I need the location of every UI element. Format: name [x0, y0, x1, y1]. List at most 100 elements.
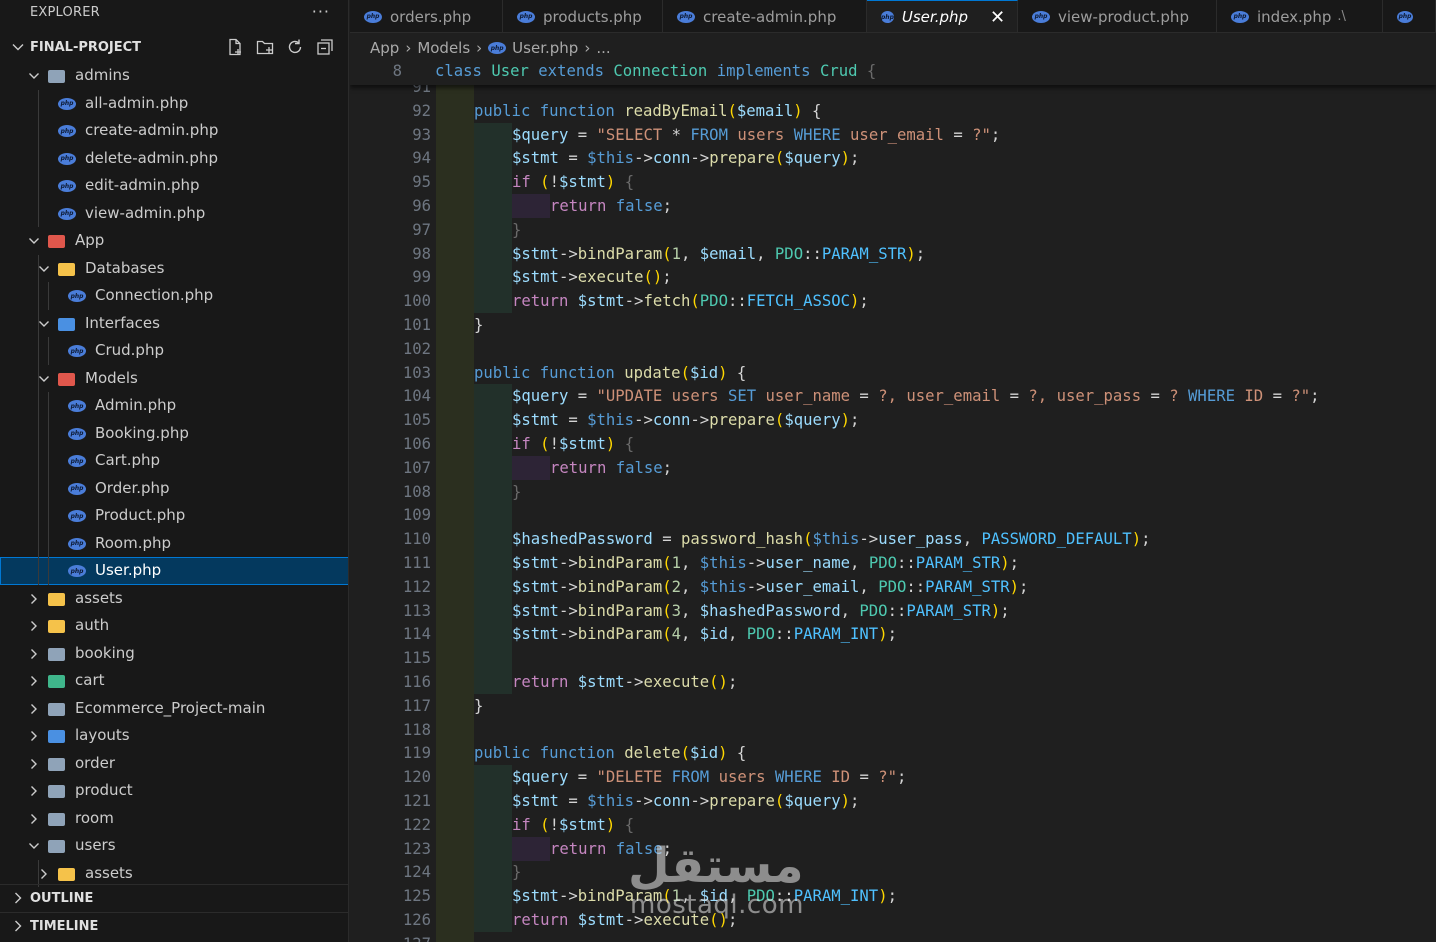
php-file-icon: php	[68, 563, 86, 579]
code-line[interactable]: 106 if (!$stmt) {	[350, 432, 1436, 456]
code-line[interactable]: 99 $stmt->execute();	[350, 265, 1436, 290]
code-line[interactable]: 113 $stmt->bindParam(3, $hashedPassword, …	[350, 598, 1436, 623]
tab-overflow[interactable]: php	[1383, 0, 1436, 32]
timeline-section-header[interactable]: TIMELINE	[0, 912, 348, 939]
code-line[interactable]: 105 $stmt = $this->conn->prepare($query);	[350, 408, 1436, 433]
php-file-icon: php	[68, 508, 86, 524]
folder-item[interactable]: Interfaces	[0, 310, 348, 338]
file-item[interactable]: php Cart.php	[0, 447, 348, 475]
code-line[interactable]: 108}	[350, 479, 1436, 504]
code-line[interactable]: 122 if (!$stmt) {	[350, 812, 1436, 837]
folder-label: assets	[75, 588, 123, 607]
tab-create-admin-php[interactable]: php create-admin.php	[663, 0, 867, 32]
folder-item[interactable]: users	[0, 832, 348, 860]
code-line[interactable]: 104 $query = "UPDATE users SET user_name …	[350, 384, 1436, 409]
code-editor[interactable]: 8 class User extends Connection implement…	[350, 60, 1436, 942]
file-item[interactable]: php Room.php	[0, 530, 348, 558]
code-line[interactable]: 95 if (!$stmt) {	[350, 170, 1436, 195]
file-item[interactable]: php edit-admin.php	[0, 172, 348, 200]
code-line[interactable]: 102	[350, 336, 1436, 361]
new-file-icon[interactable]	[225, 37, 245, 57]
code-line[interactable]: 92 public function readByEmail($email) {	[350, 98, 1436, 123]
code-line[interactable]: 121 $stmt = $this->conn->prepare($query);	[350, 789, 1436, 813]
sticky-scroll-header[interactable]: 8 class User extends Connection implement…	[350, 60, 1436, 85]
code-line[interactable]: 117}	[350, 693, 1436, 718]
file-item[interactable]: php create-admin.php	[0, 117, 348, 145]
code-line[interactable]: 123 return false;	[350, 836, 1436, 861]
code-line[interactable]: 112 $stmt->bindParam(2, $this->user_email…	[350, 574, 1436, 599]
folder-item[interactable]: Databases	[0, 255, 348, 283]
file-item[interactable]: php view-admin.php	[0, 200, 348, 228]
code-token: if	[512, 815, 541, 834]
code-line[interactable]: 103 public function update($id) {	[350, 360, 1436, 385]
chevron-down-icon	[39, 375, 49, 382]
file-item[interactable]: php Order.php	[0, 475, 348, 503]
tab-view-product-php[interactable]: php view-product.php	[1018, 0, 1217, 32]
file-item[interactable]: php delete-admin.php	[0, 145, 348, 173]
outline-section-header[interactable]: OUTLINE	[0, 884, 348, 911]
file-item[interactable]: php Product.php	[0, 502, 348, 530]
folder-item[interactable]: Ecommerce_Project-main	[0, 695, 348, 723]
code-line[interactable]: 101}	[350, 313, 1436, 337]
code-line[interactable]: 125 $stmt->bindParam(1, $id, PDO::PARAM_I…	[350, 884, 1436, 909]
folder-item[interactable]: layouts	[0, 722, 348, 750]
folder-item[interactable]: Models	[0, 365, 348, 393]
new-folder-icon[interactable]	[255, 37, 275, 57]
file-item[interactable]: php Connection.php	[0, 282, 348, 310]
code-line[interactable]: 94 $stmt = $this->conn->prepare($query);	[350, 146, 1436, 171]
code-token: ->	[746, 554, 766, 572]
code-line[interactable]: 124}	[350, 860, 1436, 885]
close-icon[interactable]: ✕	[990, 7, 1005, 28]
breadcrumb-item-app[interactable]: App	[370, 39, 399, 57]
file-item[interactable]: php Crud.php	[0, 337, 348, 365]
more-actions-icon[interactable]: ···	[312, 2, 330, 21]
collapse-all-icon[interactable]	[315, 37, 335, 57]
code-line[interactable]: 110 $hashedPassword = password_hash($this…	[350, 527, 1436, 552]
code-line[interactable]: 114 $stmt->bindParam(4, $id, PDO::PARAM_I…	[350, 622, 1436, 647]
code-line[interactable]: 118	[350, 717, 1436, 742]
folder-item[interactable]: App	[0, 227, 348, 255]
code-line[interactable]: 100 return $stmt->fetch(PDO::FETCH_ASSOC)…	[350, 289, 1436, 314]
chevron-right-icon: ›	[476, 39, 483, 57]
project-section-header[interactable]: FINAL-PROJECT	[0, 34, 348, 61]
code-line[interactable]: 116 return $stmt->execute();	[350, 670, 1436, 694]
file-item[interactable]: php Admin.php	[0, 392, 348, 420]
code-line[interactable]: 120 $query = "DELETE FROM users WHERE ID …	[350, 765, 1436, 790]
file-item[interactable]: php Booking.php	[0, 420, 348, 448]
folder-item[interactable]: cart	[0, 667, 348, 695]
indent-highlight	[474, 670, 512, 694]
code-line[interactable]: 119 public function delete($id) {	[350, 741, 1436, 766]
breadcrumb-item-models[interactable]: Models	[417, 39, 470, 57]
folder-item[interactable]: room	[0, 805, 348, 833]
code-line[interactable]: 109	[350, 503, 1436, 528]
folder-item[interactable]: product	[0, 777, 348, 805]
code-line[interactable]: 115	[350, 646, 1436, 671]
code-token: {	[802, 101, 822, 120]
code-line[interactable]: 93 $query = "SELECT * FROM users WHERE us…	[350, 122, 1436, 147]
code-token: =	[1150, 387, 1170, 406]
folder-item[interactable]: admins	[0, 62, 348, 90]
code-line[interactable]: 96 return false;	[350, 194, 1436, 218]
file-item[interactable]: php User.php	[0, 557, 348, 585]
refresh-icon[interactable]	[285, 37, 305, 57]
code-line[interactable]: 98 $stmt->bindParam(1, $email, PDO::PARAM…	[350, 241, 1436, 266]
tab-user-php[interactable]: php User.php ✕	[867, 0, 1018, 32]
code-line[interactable]: 97}	[350, 217, 1436, 242]
file-item[interactable]: php all-admin.php	[0, 90, 348, 118]
breadcrumb-item-file[interactable]: User.php	[512, 39, 578, 57]
folder-item[interactable]: order	[0, 750, 348, 778]
code-token: *	[671, 125, 691, 144]
tab-index-php[interactable]: php index.php .\	[1217, 0, 1383, 32]
folder-item[interactable]: auth	[0, 612, 348, 640]
code-line[interactable]: 126 return $stmt->execute();	[350, 908, 1436, 932]
breadcrumb-item-symbol[interactable]: ...	[596, 39, 610, 57]
folder-item[interactable]: assets	[0, 860, 348, 888]
tab-orders-php[interactable]: php orders.php	[350, 0, 503, 32]
code-line[interactable]: 107 return false;	[350, 455, 1436, 480]
indent-highlight	[436, 908, 474, 932]
folder-item[interactable]: assets	[0, 585, 348, 613]
code-line[interactable]: 127	[350, 931, 1436, 942]
folder-item[interactable]: booking	[0, 640, 348, 668]
code-line[interactable]: 111 $stmt->bindParam(1, $this->user_name,…	[350, 551, 1436, 575]
tab-products-php[interactable]: php products.php	[503, 0, 663, 32]
